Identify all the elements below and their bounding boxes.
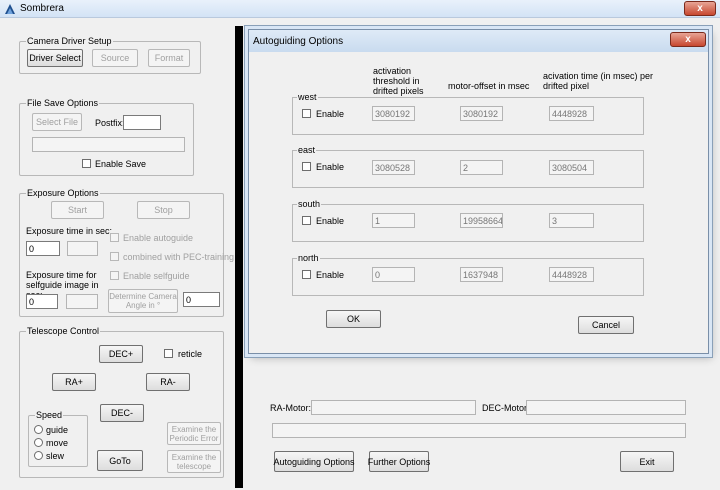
east-enable-label: Enable bbox=[316, 162, 345, 172]
format-button[interactable]: Format bbox=[148, 49, 190, 67]
panel-divider bbox=[235, 26, 243, 488]
speed-legend: Speed bbox=[35, 410, 64, 420]
combined-pec-checkbox[interactable] bbox=[110, 252, 119, 261]
north-enable-checkbox[interactable] bbox=[302, 270, 311, 279]
east-legend: east bbox=[297, 145, 317, 155]
dec-plus-button[interactable]: DEC+ bbox=[99, 345, 143, 363]
dec-motor-field bbox=[526, 400, 686, 415]
selfguide-time-input[interactable]: 0 bbox=[26, 294, 58, 309]
south-offset-field[interactable]: 199586641 bbox=[460, 213, 503, 228]
dialog-title: Autoguiding Options bbox=[253, 36, 344, 47]
reticle-checkbox[interactable] bbox=[164, 349, 173, 358]
start-button[interactable]: Start bbox=[51, 201, 104, 219]
save-path-field bbox=[32, 137, 185, 152]
further-options-button[interactable]: Further Options bbox=[368, 451, 430, 472]
west-enable-label: Enable bbox=[316, 109, 345, 119]
ra-plus-button[interactable]: RA+ bbox=[52, 373, 96, 391]
speed-move-label: move bbox=[46, 438, 69, 448]
camera-angle-input[interactable]: 0 bbox=[183, 292, 220, 307]
north-legend: north bbox=[297, 253, 320, 263]
autoguiding-options-button[interactable]: Autoguiding Options bbox=[273, 451, 355, 472]
camera-driver-setup-legend: Camera Driver Setup bbox=[26, 36, 113, 46]
reticle-label: reticle bbox=[178, 349, 203, 359]
north-enable-label: Enable bbox=[316, 270, 345, 280]
south-legend: south bbox=[297, 199, 322, 209]
dec-minus-button[interactable]: DEC- bbox=[100, 404, 144, 422]
determine-camera-angle-button[interactable]: Determine Camera Angle in ° bbox=[108, 289, 178, 313]
east-threshold-field[interactable]: 3080528 bbox=[372, 160, 415, 175]
exit-button[interactable]: Exit bbox=[620, 451, 674, 472]
east-enable-checkbox[interactable] bbox=[302, 162, 311, 171]
exposure-time-input[interactable]: 0 bbox=[26, 241, 60, 256]
col-header-activation: acivation time (in msec) per drifted pix… bbox=[543, 71, 654, 91]
enable-selfguide-checkbox[interactable] bbox=[110, 271, 119, 280]
ra-motor-field bbox=[311, 400, 476, 415]
east-activation-field[interactable]: 3080504 bbox=[549, 160, 594, 175]
close-button[interactable]: x bbox=[684, 1, 716, 16]
west-enable-checkbox[interactable] bbox=[302, 109, 311, 118]
speed-slew-radio[interactable] bbox=[34, 451, 43, 460]
north-threshold-field[interactable]: 0 bbox=[372, 267, 415, 282]
ra-motor-label: RA-Motor: bbox=[270, 403, 312, 413]
dialog-close-button[interactable]: x bbox=[670, 32, 706, 47]
file-save-options-legend: File Save Options bbox=[26, 98, 100, 108]
driver-select-button[interactable]: Driver Select bbox=[27, 49, 83, 67]
dec-motor-label: DEC-Motor: bbox=[482, 403, 530, 413]
south-enable-label: Enable bbox=[316, 216, 345, 226]
col-header-threshold: activation threshold in drifted pixels bbox=[373, 66, 424, 96]
ra-minus-button[interactable]: RA- bbox=[146, 373, 190, 391]
dialog-title-bar: Autoguiding Options x bbox=[249, 30, 708, 52]
south-threshold-field[interactable]: 1 bbox=[372, 213, 415, 228]
north-offset-field[interactable]: 1637948 bbox=[460, 267, 503, 282]
enable-autoguide-label: Enable autoguide bbox=[123, 233, 194, 243]
east-offset-field[interactable]: 2 bbox=[460, 160, 503, 175]
postfix-label: Postfix: bbox=[95, 118, 125, 128]
title-bar: Sombrera x bbox=[0, 0, 720, 18]
combined-pec-label: combined with PEC-training bbox=[123, 252, 235, 262]
speed-guide-label: guide bbox=[46, 425, 69, 435]
exposure-time-label: Exposure time in sec: bbox=[26, 226, 113, 236]
south-activation-field[interactable]: 3 bbox=[549, 213, 594, 228]
speed-slew-label: slew bbox=[46, 451, 65, 461]
telescope-control-legend: Telescope Control bbox=[26, 326, 101, 336]
selfguide-time-secondary-field bbox=[66, 294, 98, 309]
stop-button[interactable]: Stop bbox=[137, 201, 190, 219]
south-enable-checkbox[interactable] bbox=[302, 216, 311, 225]
speed-guide-radio[interactable] bbox=[34, 425, 43, 434]
cancel-button[interactable]: Cancel bbox=[578, 316, 634, 334]
examine-telescope-button[interactable]: Examine the telescope bbox=[167, 450, 221, 473]
window-title: Sombrera bbox=[20, 3, 64, 14]
north-activation-field[interactable]: 4448928 bbox=[549, 267, 594, 282]
speed-move-radio[interactable] bbox=[34, 438, 43, 447]
enable-selfguide-label: Enable selfguide bbox=[123, 271, 190, 281]
exposure-options-legend: Exposure Options bbox=[26, 188, 100, 198]
enable-autoguide-checkbox[interactable] bbox=[110, 233, 119, 242]
west-threshold-field[interactable]: 3080192 bbox=[372, 106, 415, 121]
postfix-input[interactable] bbox=[123, 115, 161, 130]
col-header-offset: motor-offset in msec bbox=[448, 81, 530, 91]
enable-save-label: Enable Save bbox=[95, 159, 147, 169]
source-button[interactable]: Source bbox=[92, 49, 138, 67]
exposure-time-secondary-field bbox=[67, 241, 98, 256]
app-icon bbox=[5, 4, 15, 14]
select-file-button[interactable]: Select File bbox=[32, 113, 82, 131]
west-activation-field[interactable]: 4448928 bbox=[549, 106, 594, 121]
west-offset-field[interactable]: 3080192 bbox=[460, 106, 503, 121]
examine-periodic-error-button[interactable]: Examine the Periodic Error bbox=[167, 422, 221, 445]
ok-button[interactable]: OK bbox=[326, 310, 381, 328]
status-field bbox=[272, 423, 686, 438]
west-legend: west bbox=[297, 92, 318, 102]
goto-button[interactable]: GoTo bbox=[97, 450, 143, 471]
autoguiding-options-dialog: Autoguiding Options x activation thresho… bbox=[248, 29, 709, 354]
enable-save-checkbox[interactable] bbox=[82, 159, 91, 168]
